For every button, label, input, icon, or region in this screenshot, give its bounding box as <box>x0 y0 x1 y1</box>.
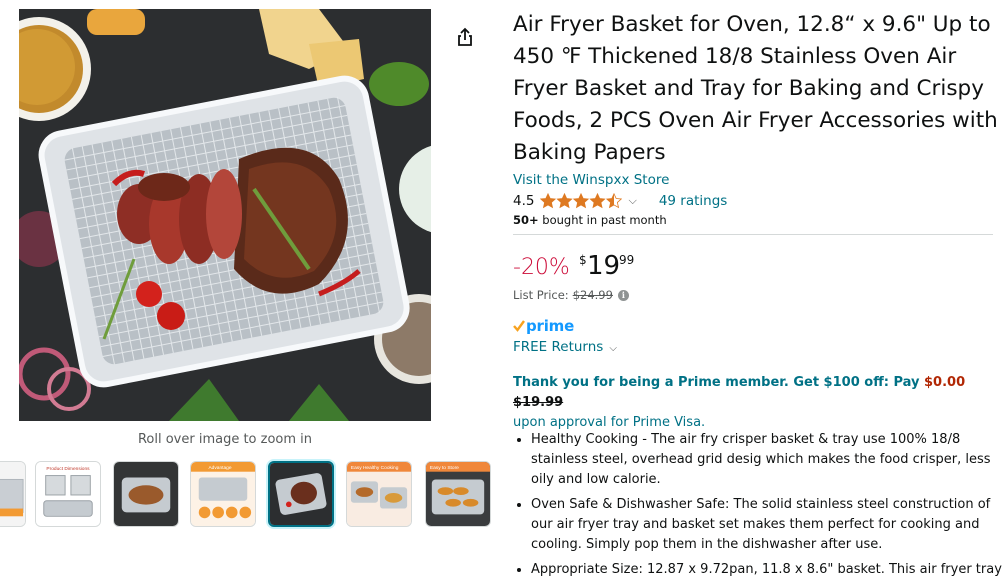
share-icon <box>458 27 472 46</box>
product-photo <box>19 9 431 421</box>
chevron-down-icon: ⌵ <box>609 343 617 354</box>
feature-bullets: Healthy Cooking - The air fry crisper ba… <box>513 430 1005 585</box>
prime-check-icon <box>513 320 525 332</box>
thumbnail-5[interactable] <box>268 461 334 527</box>
discount-percentage: -20% <box>513 255 570 280</box>
thumbnail-6-label: Easy Healthy Cooking <box>351 465 399 471</box>
ratings-count-link[interactable]: 49 ratings <box>659 193 728 209</box>
star-rating[interactable] <box>540 193 623 209</box>
feature-bullet: Appropriate Size: 12.87 x 9.72pan, 11.8 … <box>531 560 1005 580</box>
product-title: Air Fryer Basket for Oven, 12.8“ x 9.6" … <box>513 12 998 165</box>
zoom-hint: Roll over image to zoom in <box>137 432 313 447</box>
thumbnail-2-label: Product Dimensions <box>46 466 90 472</box>
main-product-image[interactable] <box>19 9 431 421</box>
list-price-label: List Price: <box>513 288 569 302</box>
thumbnail-1[interactable] <box>0 461 26 527</box>
thumbnail-4-label: Advantage <box>208 465 231 471</box>
feature-bullet: Healthy Cooking - The air fry crisper ba… <box>531 430 1005 490</box>
offer-lead: Thank you for being a Prime member. Get … <box>513 375 925 390</box>
divider <box>513 234 993 235</box>
offer-original-price: $19.99 <box>513 395 564 410</box>
feature-bullet: Oven Safe & Dishwasher Safe: The solid s… <box>531 495 1005 555</box>
thumbnail-2[interactable]: Product Dimensions <box>35 461 101 527</box>
thumbnail-4[interactable]: Advantage <box>190 461 256 527</box>
thumbnail-strip: Product Dimensions Advantage Easy Health… <box>0 461 500 531</box>
bought-text: bought in past month <box>538 213 667 227</box>
prime-badge: prime <box>513 317 574 335</box>
info-icon[interactable]: i <box>617 289 629 301</box>
free-returns-link[interactable]: FREE Returns ⌵ <box>513 339 617 355</box>
offer-tail: upon approval for Prime Visa. <box>513 415 706 430</box>
herb-leaf <box>369 62 429 106</box>
share-button[interactable] <box>452 24 478 50</box>
bought-count: 50+ <box>513 213 539 227</box>
list-price: List Price: $24.99 i <box>513 288 629 302</box>
thumbnail-7-label: Easy to Store <box>430 465 459 471</box>
rating-row: 4.5 ⌵ 49 ratings <box>513 191 727 211</box>
price-symbol: $ <box>579 253 587 267</box>
prime-logo-text: prime <box>526 317 575 335</box>
price-whole: 19 <box>587 251 621 281</box>
stars-icon <box>540 193 623 208</box>
prime-visa-offer[interactable]: Thank you for being a Prime member. Get … <box>513 373 993 433</box>
free-returns-label: FREE Returns <box>513 339 604 355</box>
rating-value: 4.5 <box>513 193 535 209</box>
list-price-value: $24.99 <box>572 288 613 302</box>
price-fraction: 99 <box>619 253 635 267</box>
offer-pay-amount: $0.00 <box>924 375 966 390</box>
store-link[interactable]: Visit the Winspxx Store <box>513 172 669 188</box>
thumbnail-6[interactable]: Easy Healthy Cooking <box>346 461 412 527</box>
bought-past-month: 50+ bought in past month <box>513 213 667 227</box>
thumbnail-7[interactable]: Easy to Store <box>425 461 491 527</box>
thumbnail-3[interactable] <box>113 461 179 527</box>
cherry-tomato <box>136 281 162 307</box>
chevron-down-icon[interactable]: ⌵ <box>628 194 636 208</box>
